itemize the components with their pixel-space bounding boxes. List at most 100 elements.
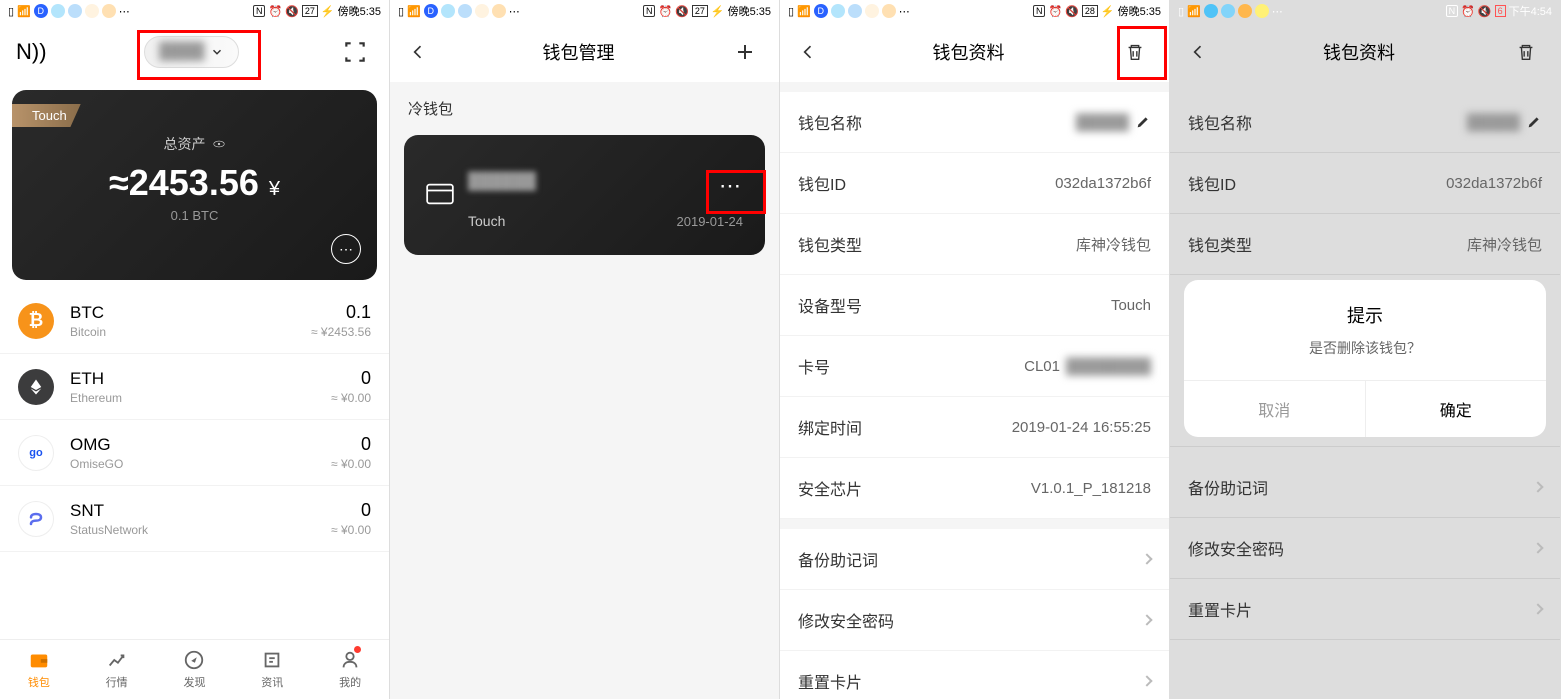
row-bind-time: 绑定时间 2019-01-24 16:55:25 <box>780 397 1169 458</box>
alarm-icon: ⏰ <box>1048 5 1062 18</box>
wallet-date: 2019-01-24 <box>677 214 744 229</box>
detail-label: 安全芯片 <box>798 476 862 500</box>
nav-wallet[interactable]: 钱包 <box>0 640 78 699</box>
status-bar: ▯ 📶 D ⋯ N ⏰ 🔇 27 ⚡ 傍晚5:35 <box>390 0 779 22</box>
wallet-more-button[interactable]: ⋯ <box>719 173 743 199</box>
more-icon: ⋯ <box>1272 5 1283 18</box>
coin-item-omg[interactable]: go OMG OmiseGO 0 ≈ ¥0.00 <box>0 420 389 486</box>
detail-value: 2019-01-24 16:55:25 <box>1012 419 1151 436</box>
coin-name: Bitcoin <box>70 325 311 339</box>
nfc-icon: N <box>253 5 266 17</box>
wifi-icon: 📶 <box>797 5 811 18</box>
row-wallet-name[interactable]: 钱包名称 █████ <box>780 92 1169 153</box>
main-header: N)) ████ <box>0 22 389 82</box>
plus-icon <box>733 40 757 64</box>
dialog-message: 是否删除该钱包？ <box>1184 338 1546 380</box>
back-button[interactable] <box>796 40 820 64</box>
detail-label: 钱包类型 <box>1188 232 1252 256</box>
page-title: 钱包资料 <box>933 39 1005 65</box>
add-button[interactable] <box>727 34 763 70</box>
nav-label: 行情 <box>106 674 128 690</box>
scan-icon <box>342 39 368 65</box>
trash-icon <box>1124 41 1146 63</box>
doc-icon: ▯ <box>1178 5 1184 18</box>
nav-news[interactable]: 资讯 <box>233 640 311 699</box>
screen-wallet-home: ▯ 📶 D ⋯ N ⏰ 🔇 27 ⚡ 傍晚5:35 N)) ████ <box>0 0 390 699</box>
status-bar: ▯ 📶 D ⋯ N ⏰ 🔇 28 ⚡ 傍晚5:35 <box>780 0 1169 22</box>
delete-button[interactable] <box>1117 34 1153 70</box>
chevron-right-icon <box>1141 614 1152 625</box>
status-dot-icon <box>831 4 845 18</box>
time-label: 傍晚5:35 <box>338 3 381 19</box>
status-bar: ▯ 📶 D ⋯ N ⏰ 🔇 27 ⚡ 傍晚5:35 <box>0 0 389 22</box>
card-number-hidden: ████████ <box>1066 358 1151 375</box>
time-label: 傍晚5:35 <box>1118 3 1161 19</box>
confirm-button[interactable]: 确定 <box>1366 381 1547 437</box>
dots-icon: ⋯ <box>339 241 353 258</box>
wallet-name-value: █████ <box>1076 114 1129 131</box>
compass-icon <box>183 649 205 671</box>
charge-icon: ⚡ <box>1101 5 1115 18</box>
wallet-card[interactable]: ██████ Touch 2019-01-24 ⋯ <box>404 135 765 255</box>
more-icon: ⋯ <box>509 5 520 18</box>
row-wallet-type: 钱包类型 库神冷钱包 <box>780 214 1169 275</box>
coin-item-eth[interactable]: ETH Ethereum 0 ≈ ¥0.00 <box>0 354 389 420</box>
coin-fiat: ≈ ¥0.00 <box>331 523 371 537</box>
page-header: 钱包资料 <box>1170 22 1560 82</box>
back-button[interactable] <box>406 40 430 64</box>
status-dot-icon <box>475 4 489 18</box>
charge-icon: ⚡ <box>321 5 335 18</box>
battery-icon: 28 <box>1082 5 1098 17</box>
row-change-password[interactable]: 修改安全密码 <box>780 590 1169 651</box>
screen-wallet-manage: ▯ 📶 D ⋯ N ⏰ 🔇 27 ⚡ 傍晚5:35 钱包管理 冷钱包 <box>390 0 780 699</box>
page-header: 钱包管理 <box>390 22 779 82</box>
snt-icon <box>18 501 54 537</box>
detail-label: 重置卡片 <box>1188 597 1252 621</box>
nav-discover[interactable]: 发现 <box>156 640 234 699</box>
nav-label: 发现 <box>183 674 205 690</box>
nfc-icon: N <box>643 5 656 17</box>
status-dot-icon <box>1255 4 1269 18</box>
asset-card[interactable]: Touch 总资产 ≈2453.56 ¥ 0.1 BTC ⋯ <box>12 90 377 280</box>
row-reset-card[interactable]: 重置卡片 <box>780 651 1169 699</box>
detail-label: 备份助记词 <box>1188 475 1268 499</box>
delete-button[interactable] <box>1508 34 1544 70</box>
cancel-button[interactable]: 取消 <box>1184 381 1366 437</box>
nav-mine[interactable]: 我的 <box>311 640 389 699</box>
row-wallet-id: 钱包ID 032da1372b6f <box>780 153 1169 214</box>
more-icon: ⋯ <box>899 5 910 18</box>
detail-label: 卡号 <box>798 354 830 378</box>
coin-list: ₿ BTC Bitcoin 0.1 ≈ ¥2453.56 ETH Ethereu… <box>0 288 389 552</box>
more-button[interactable]: ⋯ <box>331 234 361 264</box>
detail-label: 备份助记词 <box>798 547 878 571</box>
nav-label: 资讯 <box>261 674 283 690</box>
back-button[interactable] <box>1186 40 1210 64</box>
edit-icon[interactable] <box>1135 114 1151 130</box>
coin-item-snt[interactable]: SNT StatusNetwork 0 ≈ ¥0.00 <box>0 486 389 552</box>
nfc-icon: N <box>1033 5 1046 17</box>
charge-icon: ⚡ <box>711 5 725 18</box>
status-dot-icon <box>1238 4 1252 18</box>
page-header: 钱包资料 <box>780 22 1169 82</box>
page-title: 钱包管理 <box>543 39 615 65</box>
scan-button[interactable] <box>337 34 373 70</box>
row-change-password: 修改安全密码 <box>1170 518 1560 579</box>
coin-balance: 0 <box>331 368 371 389</box>
detail-label: 钱包名称 <box>798 110 862 134</box>
detail-label: 钱包ID <box>798 171 846 195</box>
row-backup[interactable]: 备份助记词 <box>780 529 1169 590</box>
more-icon: ⋯ <box>119 5 130 18</box>
chevron-right-icon <box>1532 542 1543 553</box>
edit-icon <box>1526 114 1542 130</box>
row-wallet-name: 钱包名称 █████ <box>1170 92 1560 153</box>
row-device-model: 设备型号 Touch <box>780 275 1169 336</box>
nav-market[interactable]: 行情 <box>78 640 156 699</box>
coin-item-btc[interactable]: ₿ BTC Bitcoin 0.1 ≈ ¥2453.56 <box>0 288 389 354</box>
coin-fiat: ≈ ¥0.00 <box>331 457 371 471</box>
app-icon: D <box>34 4 48 18</box>
screen-delete-dialog: ▯ 📶 ⋯ N ⏰ 🔇 6 下午4:54 钱包资料 钱包名称 <box>1170 0 1561 699</box>
status-dot-icon <box>1204 4 1218 18</box>
coin-name: Ethereum <box>70 391 331 405</box>
wallet-selector[interactable]: ████ <box>144 36 239 68</box>
back-icon <box>798 42 818 62</box>
